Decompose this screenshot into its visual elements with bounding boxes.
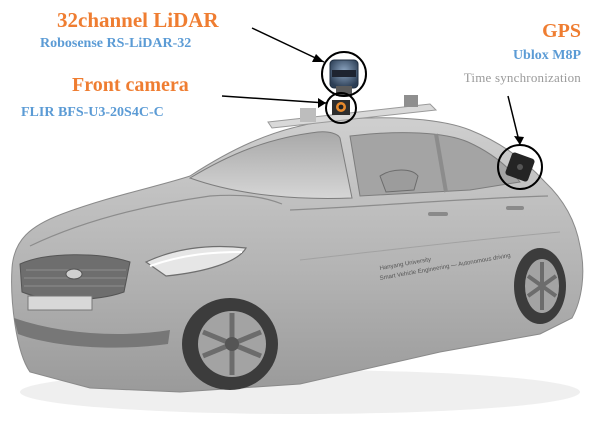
brand-emblem bbox=[65, 268, 83, 280]
door-handle-front bbox=[428, 212, 448, 216]
door-handle-rear bbox=[506, 206, 524, 210]
lidar-sensor-icon bbox=[329, 59, 359, 96]
sensor-setup-figure: Hanyang University Smart Vehicle Enginee… bbox=[0, 0, 607, 422]
gps-model: Ublox M8P bbox=[512, 48, 581, 63]
camera-arrow bbox=[318, 98, 326, 108]
gps-note: Time synchronization bbox=[463, 70, 581, 85]
roof-mount-right bbox=[404, 95, 418, 107]
roof-mount-left bbox=[300, 108, 316, 122]
gps-title: GPS bbox=[542, 20, 581, 42]
camera-model: FLIR BFS-U3-20S4C-C bbox=[21, 105, 164, 120]
front-wheel bbox=[182, 298, 278, 390]
lidar-model: Robosense RS-LiDAR-32 bbox=[40, 36, 192, 51]
side-mirror bbox=[379, 169, 419, 193]
rear-wheel bbox=[514, 248, 566, 324]
camera-sensor-icon bbox=[332, 100, 350, 115]
license-plate bbox=[27, 295, 93, 311]
lidar-title: 32channel LiDAR bbox=[57, 8, 219, 32]
camera-title: Front camera bbox=[72, 74, 189, 96]
lidar-leader bbox=[251, 27, 325, 63]
camera-leader bbox=[221, 95, 327, 104]
